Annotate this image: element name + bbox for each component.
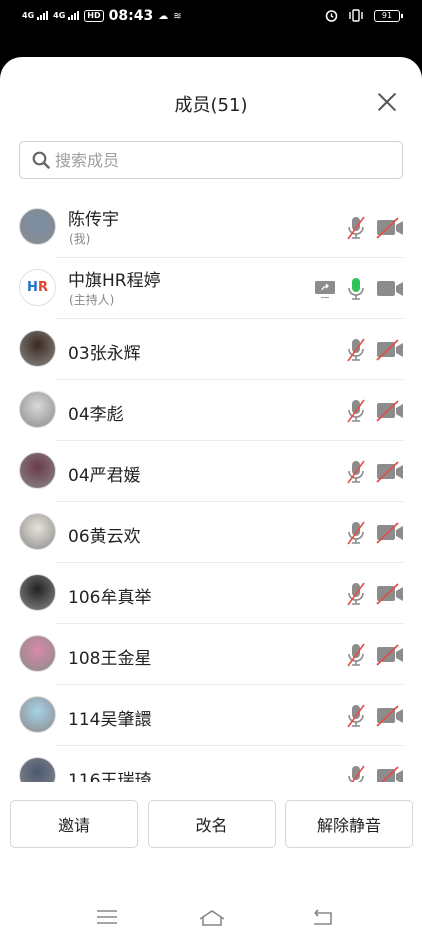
video-off-icon[interactable] [376, 461, 404, 483]
avatar [19, 513, 56, 550]
home-icon[interactable] [198, 907, 226, 927]
search-box[interactable] [19, 141, 403, 179]
member-row[interactable]: 03张永辉 [0, 319, 422, 380]
member-name: 106牟真举 [68, 588, 152, 608]
hd-badge: HD [84, 10, 104, 22]
avatar [19, 696, 56, 733]
video-icon[interactable] [376, 278, 404, 300]
member-controls [346, 581, 404, 607]
member-row[interactable]: H R 中旗HR程婷 (主持人) [0, 258, 422, 319]
video-off-icon[interactable] [376, 766, 404, 782]
status-left: 4G 4G HD 08:43 ☁ ≋ [22, 8, 182, 24]
avatar [19, 757, 56, 782]
rename-button[interactable]: 改名 [147, 800, 276, 848]
member-name: 04严君媛 [68, 466, 141, 486]
avatar [19, 635, 56, 672]
member-name: 04李彪 [68, 405, 124, 425]
member-controls [346, 337, 404, 363]
member-role: (主持人) [69, 293, 115, 307]
member-row[interactable]: 114吴肇譞 [0, 685, 422, 746]
video-off-icon[interactable] [376, 339, 404, 361]
member-controls [346, 764, 404, 782]
video-off-icon[interactable] [376, 217, 404, 239]
mic-muted-icon[interactable] [346, 520, 366, 546]
member-name: 陈传宇 [68, 210, 119, 230]
invite-button[interactable]: 邀请 [10, 800, 138, 848]
member-name: 108王金星 [68, 649, 152, 669]
mic-muted-icon[interactable] [346, 764, 366, 782]
member-row[interactable]: 116王瑞琦 [0, 746, 422, 782]
mic-muted-icon[interactable] [346, 215, 366, 241]
member-name: 03张永辉 [68, 344, 141, 364]
member-name: 114吴肇譞 [68, 710, 152, 730]
member-controls [346, 459, 404, 485]
sheet-header: 成员(51) [0, 57, 422, 145]
member-controls [346, 398, 404, 424]
member-row[interactable]: 06黄云欢 [0, 502, 422, 563]
avatar: HR [19, 269, 56, 306]
signal-1-icon: 4G [22, 11, 49, 20]
cloud-icon: ☁ [158, 10, 169, 22]
avatar [19, 330, 56, 367]
member-name: 06黄云欢 [68, 527, 141, 547]
search-input[interactable] [55, 150, 375, 170]
avatar [19, 452, 56, 489]
member-name: 中旗HR程婷 [68, 271, 161, 291]
mic-muted-icon[interactable] [346, 581, 366, 607]
unmute-all-button[interactable]: 解除静音 [285, 800, 413, 848]
member-controls [314, 276, 404, 302]
member-controls [346, 642, 404, 668]
member-list[interactable]: 陈传宇 (我) H R 中旗HR程婷 (主持人) 03张永辉 04李彪 04严君媛 06黄云欢 10… [0, 197, 422, 782]
members-sheet: 成员(51) 陈传宇 (我) HR 中旗HR程婷 (主持人) 03张永辉 04李彪 04严君媛… [0, 57, 422, 941]
screen-share-icon[interactable] [314, 280, 336, 298]
page-title: 成员(51) [174, 95, 248, 116]
menu-icon[interactable] [95, 907, 119, 927]
system-nav-bar [0, 903, 422, 933]
member-controls [346, 703, 404, 729]
signal-2-icon: 4G [53, 11, 80, 20]
status-time: 08:43 [108, 8, 154, 24]
mic-muted-icon[interactable] [346, 398, 366, 424]
mic-muted-icon[interactable] [346, 459, 366, 485]
member-row[interactable]: 106牟真举 [0, 563, 422, 624]
mic-muted-icon[interactable] [346, 337, 366, 363]
mic-icon[interactable] [346, 276, 366, 302]
avatar [19, 574, 56, 611]
member-name: 116王瑞琦 [68, 771, 152, 782]
status-bar: 4G 4G HD 08:43 ☁ ≋ 91 [0, 0, 422, 34]
action-bar: 邀请 改名 解除静音 [10, 800, 413, 848]
data-icon: ≋ [173, 10, 182, 22]
alarm-icon [325, 10, 338, 22]
back-icon[interactable] [310, 907, 334, 927]
search-icon [32, 151, 50, 169]
mic-muted-icon[interactable] [346, 642, 366, 668]
member-row[interactable]: 04严君媛 [0, 441, 422, 502]
member-controls [346, 520, 404, 546]
avatar [19, 391, 56, 428]
close-icon[interactable] [376, 91, 398, 113]
mic-muted-icon[interactable] [346, 703, 366, 729]
status-right: 91 [325, 9, 403, 22]
hr-logo-icon: HR [20, 270, 55, 305]
member-controls [346, 215, 404, 241]
member-row[interactable]: 108王金星 [0, 624, 422, 685]
avatar [19, 208, 56, 245]
video-off-icon[interactable] [376, 522, 404, 544]
member-row[interactable]: 04李彪 [0, 380, 422, 441]
member-row[interactable]: 陈传宇 (我) [0, 197, 422, 258]
video-off-icon[interactable] [376, 583, 404, 605]
vibrate-icon [349, 9, 363, 22]
video-off-icon[interactable] [376, 705, 404, 727]
video-off-icon[interactable] [376, 644, 404, 666]
video-off-icon[interactable] [376, 400, 404, 422]
battery-icon: 91 [374, 9, 403, 22]
member-role: (我) [69, 232, 91, 246]
